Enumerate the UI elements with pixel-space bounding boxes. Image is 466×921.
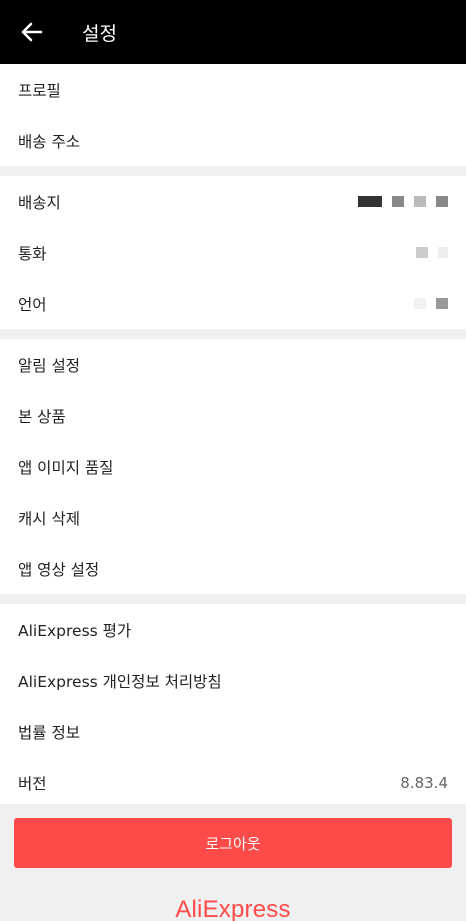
divider (0, 166, 466, 176)
video-settings-label: 앱 영상 설정 (18, 560, 100, 579)
logout-button[interactable]: 로그아웃 (14, 818, 452, 868)
ship-to-label: 배송지 (18, 193, 61, 212)
app-header: 설정 (0, 0, 466, 64)
profile-item[interactable]: 프로필 (0, 64, 466, 115)
version-value: 8.83.4 (400, 773, 448, 792)
currency-item[interactable]: 통화 (0, 227, 466, 278)
brand-logo: AliExpress (175, 896, 291, 921)
settings-group-app: 알림 설정 본 상품 앱 이미지 품질 캐시 삭제 앱 영상 설정 (0, 339, 466, 594)
clear-cache-item[interactable]: 캐시 삭제 (0, 492, 466, 543)
rate-app-item[interactable]: AliExpress 평가 (0, 604, 466, 655)
page-title: 설정 (82, 22, 117, 45)
language-value-obscured (414, 298, 448, 309)
arrow-left-icon[interactable] (18, 18, 46, 46)
version-item: 버전 8.83.4 (0, 757, 466, 808)
viewed-items-label: 본 상품 (18, 407, 66, 426)
divider (0, 329, 466, 339)
settings-group-account: 프로필 배송 주소 (0, 64, 466, 166)
notification-settings-item[interactable]: 알림 설정 (0, 339, 466, 390)
privacy-policy-label: AliExpress 개인정보 처리방침 (18, 672, 222, 691)
currency-value-obscured (416, 247, 448, 258)
language-label: 언어 (18, 295, 47, 314)
version-label: 버전 (18, 774, 47, 793)
divider (0, 594, 466, 604)
footer: 로그아웃 AliExpress (0, 804, 466, 921)
shipping-address-item[interactable]: 배송 주소 (0, 115, 466, 166)
image-quality-item[interactable]: 앱 이미지 품질 (0, 441, 466, 492)
notification-settings-label: 알림 설정 (18, 356, 80, 375)
shipping-address-label: 배송 주소 (18, 132, 80, 151)
viewed-items-item[interactable]: 본 상품 (0, 390, 466, 441)
ship-to-value-obscured (358, 196, 448, 207)
language-item[interactable]: 언어 (0, 278, 466, 329)
ship-to-item[interactable]: 배송지 (0, 176, 466, 227)
legal-info-label: 법률 정보 (18, 723, 80, 742)
logout-label: 로그아웃 (205, 834, 261, 853)
legal-info-item[interactable]: 법률 정보 (0, 706, 466, 757)
privacy-policy-item[interactable]: AliExpress 개인정보 처리방침 (0, 655, 466, 706)
image-quality-label: 앱 이미지 품질 (18, 458, 114, 477)
clear-cache-label: 캐시 삭제 (18, 509, 80, 528)
profile-label: 프로필 (18, 81, 61, 100)
settings-group-about: AliExpress 평가 AliExpress 개인정보 처리방침 법률 정보… (0, 604, 466, 808)
currency-label: 통화 (18, 244, 47, 263)
video-settings-item[interactable]: 앱 영상 설정 (0, 543, 466, 594)
settings-group-region: 배송지 통화 언어 (0, 176, 466, 329)
rate-app-label: AliExpress 평가 (18, 621, 132, 640)
